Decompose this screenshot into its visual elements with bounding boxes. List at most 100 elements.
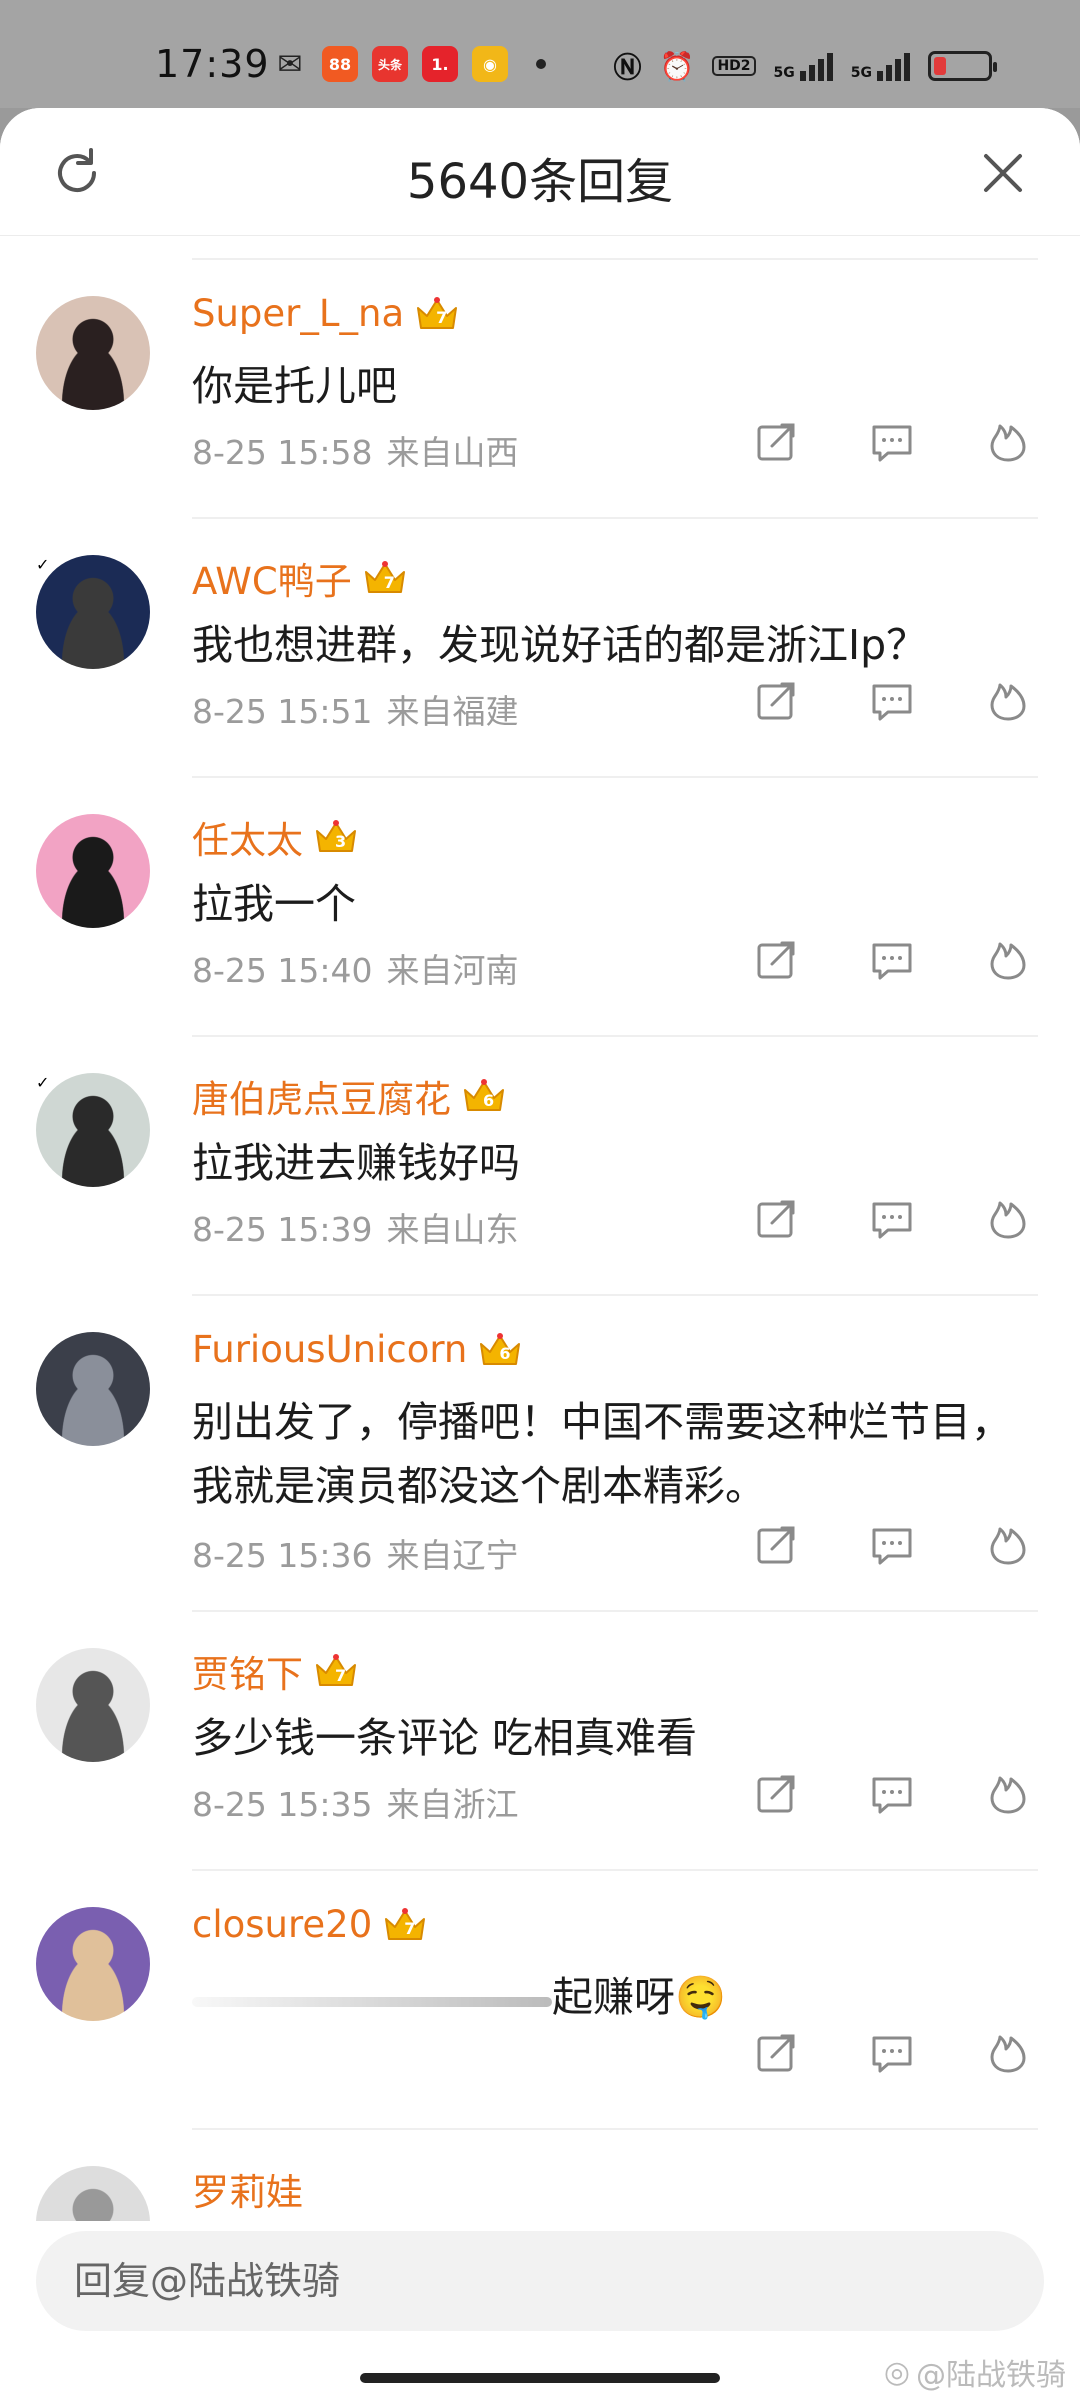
- comment-text: 起赚呀🤤: [552, 1973, 727, 2021]
- avatar[interactable]: [36, 1648, 150, 1762]
- comment-actions: [754, 1523, 1030, 1567]
- repost-icon[interactable]: [754, 1772, 798, 1816]
- comment-username[interactable]: Super_L_na7: [192, 292, 470, 335]
- page-title: 5640条回复: [406, 154, 674, 210]
- hd-icon: HD2: [712, 56, 756, 76]
- status-bar: 17:39 ✉ 88 头条 1. ◉ Ⓝ ⏰ HD2 5G 5G: [0, 0, 1080, 108]
- comment-username[interactable]: closure207: [192, 1903, 438, 1946]
- app-one-icon: 1.: [422, 46, 458, 82]
- avatar[interactable]: [36, 1907, 150, 2021]
- watermark-text: @陆战铁骑: [916, 2358, 1066, 2393]
- comment-icon[interactable]: [870, 1197, 914, 1241]
- like-flame-icon[interactable]: [986, 1197, 1030, 1241]
- avatar[interactable]: [36, 296, 150, 410]
- repost-icon[interactable]: [754, 1197, 798, 1241]
- comment-meta: 8-25 15:35 来自浙江: [192, 1778, 519, 1826]
- avatar-image: [36, 555, 150, 669]
- repost-icon[interactable]: [754, 938, 798, 982]
- comment-actions: [754, 1772, 1030, 1816]
- comment-meta: 8-25 15:39 来自山东: [192, 1203, 519, 1251]
- repost-icon[interactable]: [754, 679, 798, 723]
- avatar-image: [36, 1648, 150, 1762]
- comment-username[interactable]: FuriousUnicorn6: [192, 1328, 533, 1371]
- comment-date: 8-25 15:35: [192, 1785, 373, 1824]
- comment-meta: 8-25 15:40 来自河南: [192, 944, 519, 992]
- comment-item[interactable]: 贾铭下7 多少钱一条评论 吃相真难看 8-25 15:35 来自浙江: [0, 1612, 1080, 1871]
- avatar-image: [36, 814, 150, 928]
- home-indicator[interactable]: [360, 2373, 720, 2383]
- like-flame-icon[interactable]: [986, 679, 1030, 723]
- alarm-icon: ⏰: [659, 49, 695, 83]
- comment-item[interactable]: ✓ AWC鸭子7 我也想进群，发现说好话的都是浙江Ip？ 8-25 15:51 来自福建: [0, 519, 1080, 778]
- redacted-text-blur: [192, 1997, 552, 2007]
- like-flame-icon[interactable]: [986, 1772, 1030, 1816]
- toutiao-icon: 头条: [372, 46, 408, 82]
- comment-date: 8-25 15:36: [192, 1536, 373, 1575]
- username-text[interactable]: AWC鸭子: [192, 551, 352, 605]
- avatar[interactable]: ✓: [36, 555, 150, 669]
- comment-actions: [754, 420, 1030, 464]
- username-text[interactable]: Super_L_na: [192, 292, 404, 335]
- comment-icon[interactable]: [870, 1523, 914, 1567]
- username-text[interactable]: 任太太: [192, 810, 303, 864]
- comment-username[interactable]: 任太太3: [192, 810, 369, 864]
- signal-1-icon: 5G: [774, 51, 833, 81]
- wechat-icon: ✉: [277, 46, 303, 82]
- weibo-watermark-icon: ◎: [883, 2354, 910, 2390]
- comment-date: 8-25 15:40: [192, 951, 373, 990]
- like-flame-icon[interactable]: [986, 938, 1030, 982]
- comment-list[interactable]: 8-25 16:11来自浙江 Super_L_na7 你是托儿吧 8-25 15:58…: [0, 236, 1080, 2221]
- comment-username[interactable]: 罗莉娃: [192, 2162, 303, 2216]
- username-text[interactable]: 唐伯虎点豆腐花: [192, 1069, 451, 1123]
- comment-item[interactable]: closure207 起赚呀🤤: [0, 1871, 1080, 2130]
- close-icon[interactable]: [974, 144, 1032, 202]
- reply-input[interactable]: 回复@陆战铁骑: [36, 2231, 1044, 2331]
- nfc-icon: Ⓝ: [613, 51, 642, 84]
- comment-icon[interactable]: [870, 938, 914, 982]
- username-text[interactable]: 罗莉娃: [192, 2162, 303, 2216]
- comment-username[interactable]: AWC鸭子7: [192, 551, 418, 605]
- username-text[interactable]: closure20: [192, 1903, 372, 1946]
- signal-2-icon: 5G: [851, 51, 910, 81]
- username-text[interactable]: 贾铭下: [192, 1644, 303, 1698]
- avatar-image: [36, 1073, 150, 1187]
- comment-item[interactable]: Super_L_na7 你是托儿吧 8-25 15:58 来自山西: [0, 260, 1080, 519]
- avatar[interactable]: [36, 1332, 150, 1446]
- repost-icon[interactable]: [754, 2031, 798, 2075]
- avatar-image: [36, 2166, 150, 2221]
- avatar-image: [36, 296, 150, 410]
- comment-location: 来自福建: [386, 692, 519, 731]
- comment-icon[interactable]: [870, 679, 914, 723]
- repost-icon[interactable]: [754, 420, 798, 464]
- comment-text: 我也想进群，发现说好话的都是浙江Ip？: [192, 621, 928, 669]
- comment-item[interactable]: 罗莉娃: [0, 2130, 1080, 2221]
- comment-meta: 8-25 15:58 来自山西: [192, 426, 519, 474]
- comment-username[interactable]: 唐伯虎点豆腐花6: [192, 1069, 517, 1123]
- comment-icon[interactable]: [870, 1772, 914, 1816]
- comment-text: 拉我一个: [192, 880, 356, 928]
- comment-actions: [754, 938, 1030, 982]
- comment-actions: [754, 1197, 1030, 1241]
- comment-item[interactable]: ✓ 唐伯虎点豆腐花6 拉我进去赚钱好吗 8-25 15:39 来自山东: [0, 1037, 1080, 1296]
- replies-sheet: 5640条回复 8-25 16:11来自浙江Super_L_na7你是托儿吧8-…: [0, 108, 1080, 2400]
- comment-location: 来自河南: [386, 951, 519, 990]
- like-flame-icon[interactable]: [986, 1523, 1030, 1567]
- avatar-image: [36, 1332, 150, 1446]
- like-flame-icon[interactable]: [986, 2031, 1030, 2075]
- avatar[interactable]: ✓: [36, 1073, 150, 1187]
- avatar[interactable]: [36, 814, 150, 928]
- comment-icon[interactable]: [870, 420, 914, 464]
- avatar[interactable]: [36, 2166, 150, 2221]
- username-text[interactable]: FuriousUnicorn: [192, 1328, 467, 1371]
- comment-location: 来自辽宁: [386, 1536, 519, 1575]
- comment-username[interactable]: 贾铭下7: [192, 1644, 369, 1698]
- comment-item[interactable]: 任太太3 拉我一个 8-25 15:40 来自河南: [0, 778, 1080, 1037]
- comment-location: 来自山东: [386, 1210, 519, 1249]
- system-icons: Ⓝ ⏰ HD2 5G 5G: [613, 46, 997, 86]
- repost-icon[interactable]: [754, 1523, 798, 1567]
- comment-item[interactable]: 8-25 16:11来自浙江: [0, 236, 1080, 260]
- comment-text: 多少钱一条评论 吃相真难看: [192, 1714, 698, 1762]
- like-flame-icon[interactable]: [986, 420, 1030, 464]
- comment-icon[interactable]: [870, 2031, 914, 2075]
- comment-item[interactable]: FuriousUnicorn6 别出发了，停播吧！中国不需要这种烂节目，我就是演员…: [0, 1296, 1080, 1612]
